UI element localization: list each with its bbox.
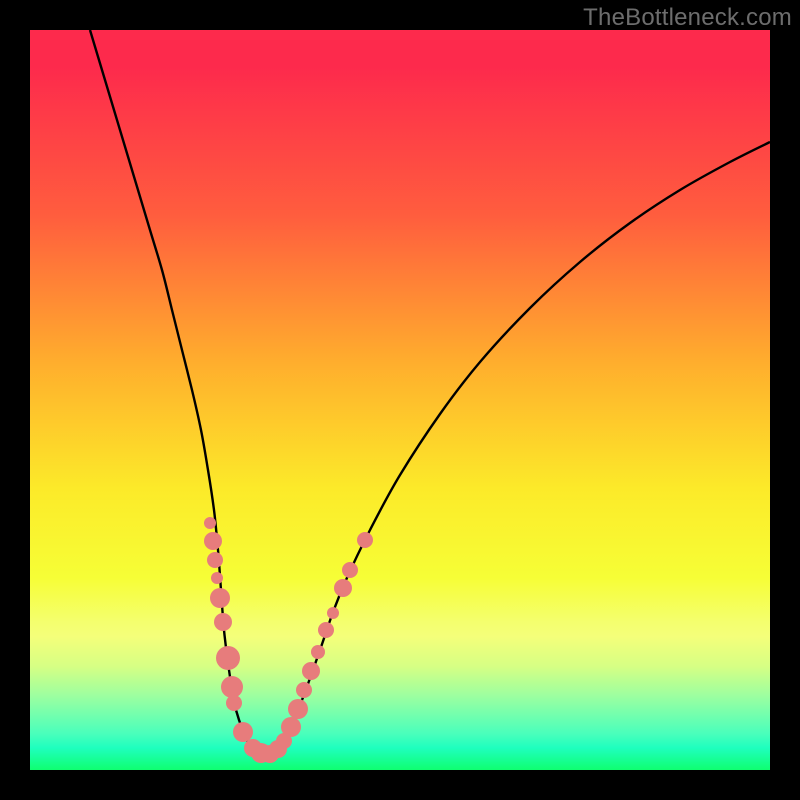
data-point: [216, 646, 240, 670]
bottleneck-curve: [90, 30, 770, 756]
data-point: [214, 613, 232, 631]
data-point: [327, 607, 339, 619]
data-point: [233, 722, 253, 742]
data-point: [204, 532, 222, 550]
data-point: [311, 645, 325, 659]
chart-frame: TheBottleneck.com: [0, 0, 800, 800]
data-point: [211, 572, 223, 584]
data-point: [302, 662, 320, 680]
data-point: [288, 699, 308, 719]
chart-svg: [30, 30, 770, 770]
data-point: [221, 676, 243, 698]
data-point: [357, 532, 373, 548]
data-point: [334, 579, 352, 597]
data-point: [226, 695, 242, 711]
data-point: [281, 717, 301, 737]
data-point: [342, 562, 358, 578]
data-point: [318, 622, 334, 638]
watermark-text: TheBottleneck.com: [583, 4, 792, 32]
data-point: [204, 517, 216, 529]
data-point: [207, 552, 223, 568]
data-point: [210, 588, 230, 608]
data-point: [296, 682, 312, 698]
scatter-points: [204, 517, 373, 763]
